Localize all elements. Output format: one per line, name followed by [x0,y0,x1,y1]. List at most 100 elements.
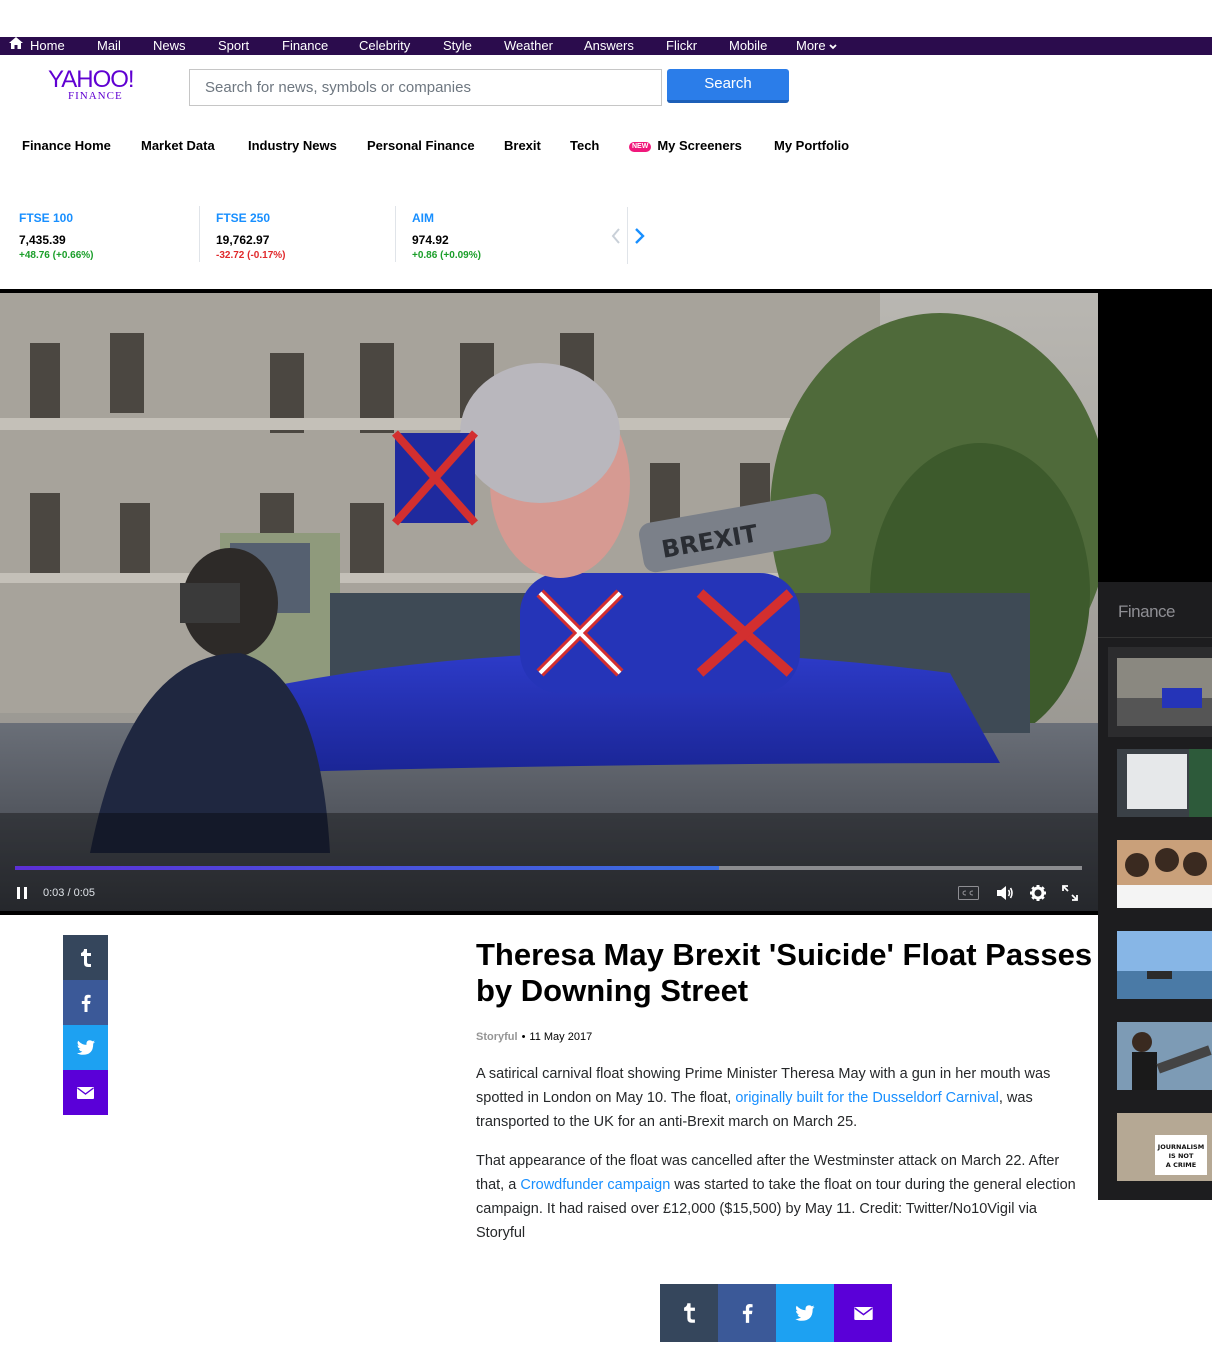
ticker-divider [395,206,396,262]
topnav-style[interactable]: Style [443,38,472,54]
mail-icon [853,1306,873,1320]
playlist-divider [1098,637,1212,638]
playlist-title: Finance [1118,602,1175,621]
video-progress-fill [15,866,720,870]
search-button[interactable]: Search [667,69,789,103]
ticker-price: 974.92 [412,233,449,247]
playlist-item[interactable] [1108,647,1212,737]
facebook-icon [81,994,91,1012]
ticker-name: FTSE 100 [19,211,74,225]
topnav-flickr[interactable]: Flickr [666,38,697,54]
twitter-share-button[interactable] [776,1284,834,1342]
email-share-button[interactable] [63,1070,108,1115]
dusseldorf-carnival-link[interactable]: originally built for the Dusseldorf Carn… [735,1090,999,1106]
mail-icon [77,1086,94,1099]
ticker-aim[interactable]: AIM 974.92 +0.86 (+0.09%) [412,206,608,264]
volume-icon[interactable] [996,885,1014,901]
ticker-change: +0.86 (+0.09%) [412,250,481,261]
topnav-home[interactable]: Home [30,38,65,54]
topnav-celebrity[interactable]: Celebrity [359,38,410,54]
chevron-down-icon [829,43,837,49]
thumbnail-sign-line: IS NOT [1169,1152,1194,1160]
thumbnail-sign-line: JOURNALISM [1157,1143,1204,1151]
chevron-left-icon[interactable] [611,228,621,244]
new-badge: NEW [629,141,652,152]
search-input[interactable]: Search for news, symbols or companies [189,69,662,106]
gear-icon[interactable] [1030,885,1046,901]
thumbnail-sign-line: A CRIME [1166,1161,1196,1169]
facebook-share-button[interactable] [63,980,108,1025]
playlist-thumbnail [1117,1022,1212,1090]
topnav-more[interactable]: More [796,38,837,54]
facebook-icon [742,1303,753,1323]
tumblr-icon [80,948,91,967]
byline-separator: • [521,1031,526,1043]
video-controls: 0:03 / 0:05 [0,880,1098,908]
subnav-my-portfolio[interactable]: My Portfolio [774,138,849,153]
closed-captions-icon[interactable] [958,886,979,900]
ticker-ftse-100[interactable]: FTSE 100 7,435.39 +48.76 (+0.66%) [19,206,215,264]
ticker-price: 7,435.39 [19,233,66,247]
tumblr-share-button[interactable] [660,1284,718,1342]
subnav-market-data[interactable]: Market Data [141,138,215,153]
subnav-personal-finance[interactable]: Personal Finance [367,138,475,153]
topnav-mail[interactable]: Mail [97,38,121,54]
crowdfunder-campaign-link[interactable]: Crowdfunder campaign [520,1177,670,1193]
playlist-thumbnail [1117,658,1212,726]
chevron-right-icon[interactable] [634,228,646,244]
playlist-thumbnail: JOURNALISM IS NOT A CRIME [1117,1113,1212,1181]
subnav-my-screeners[interactable]: NEW My Screeners [629,138,742,153]
logo-yahoo-text: YAHOO! [48,66,135,93]
article-paragraph-1: A satirical carnival float showing Prime… [476,1062,1086,1134]
topnav-mobile[interactable]: Mobile [729,38,767,54]
home-icon[interactable] [9,37,23,49]
video-frame[interactable]: BREXIT [0,293,1098,911]
twitter-share-button[interactable] [63,1025,108,1070]
video-progress-bar[interactable] [15,866,1082,870]
playlist-item[interactable] [1108,829,1212,919]
subnav-tech[interactable]: Tech [570,138,599,153]
ticker-price: 19,762.97 [216,233,270,247]
article-date: 11 May 2017 [529,1031,593,1043]
topnav-finance[interactable]: Finance [282,38,328,54]
playlist-thumbnail [1117,840,1212,908]
article-byline: Storyful • 11 May 2017 [476,1031,592,1043]
video-time: 0:03 / 0:05 [43,887,95,899]
share-row [660,1284,892,1342]
ticker-name: AIM [412,211,434,225]
topnav-sport[interactable]: Sport [218,38,249,54]
twitter-icon [76,1040,95,1055]
facebook-share-button[interactable] [718,1284,776,1342]
ticker-name: FTSE 250 [216,211,271,225]
topnav-news[interactable]: News [153,38,186,54]
playlist-item[interactable] [1108,1011,1212,1101]
playlist-thumbnail [1117,749,1212,817]
ticker-ftse-250[interactable]: FTSE 250 19,762.97 -32.72 (-0.17%) [216,206,412,264]
carousel-divider [627,207,628,264]
tumblr-share-button[interactable] [63,935,108,980]
playlist-item[interactable]: JOURNALISM IS NOT A CRIME [1108,1102,1212,1192]
top-nav-bar: Home Mail News Sport Finance Celebrity S… [0,37,1212,55]
playlist-thumbnail [1117,931,1212,999]
ticker-change: -32.72 (-0.17%) [216,250,286,261]
pause-icon[interactable] [17,887,27,899]
email-share-button[interactable] [834,1284,892,1342]
yahoo-finance-logo[interactable]: YAHOO! FINANCE [48,68,148,104]
subnav-brexit[interactable]: Brexit [504,138,541,153]
twitter-icon [795,1305,815,1321]
article-source[interactable]: Storyful [476,1031,518,1043]
subnav-finance-home[interactable]: Finance Home [22,138,111,153]
video-player[interactable]: BREXIT Finance JOURNALISMIS NOTA CRIME [0,289,1212,1200]
fullscreen-icon[interactable] [1062,885,1078,901]
playlist-item[interactable] [1108,920,1212,1010]
topnav-weather[interactable]: Weather [504,38,553,54]
subnav-industry-news[interactable]: Industry News [248,138,337,153]
tumblr-icon [683,1303,695,1323]
share-column [63,935,108,1115]
playlist-item[interactable] [1108,738,1212,828]
topnav-more-label: More [796,38,826,53]
logo-finance-text: FINANCE [68,90,123,102]
ticker-change: +48.76 (+0.66%) [19,250,94,261]
topnav-answers[interactable]: Answers [584,38,634,54]
subnav-my-screeners-label: My Screeners [657,138,742,153]
